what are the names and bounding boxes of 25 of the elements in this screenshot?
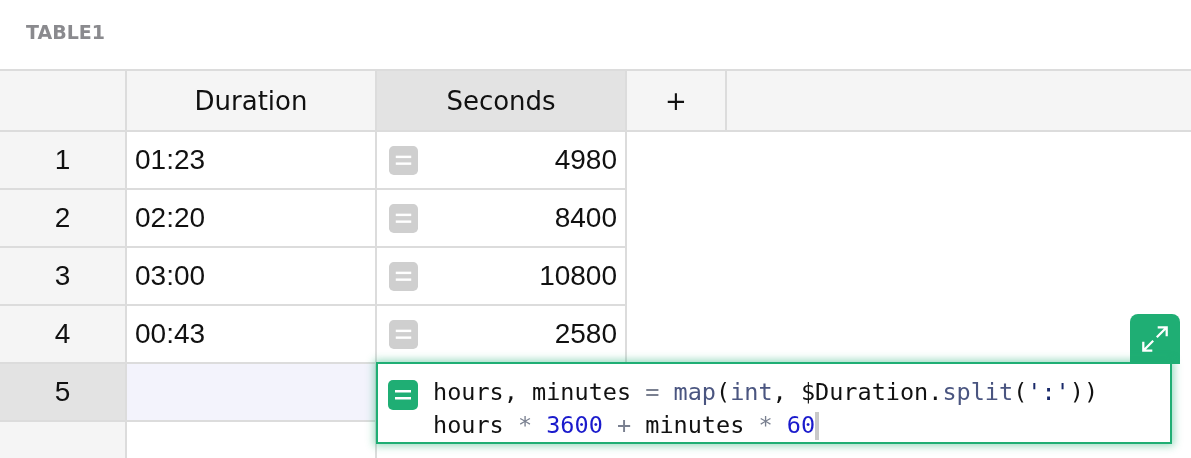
formula-editor[interactable]: hours, minutes = map(int, $Duration.split(':')) hours * 3600 + minutes * 60 <box>376 362 1172 444</box>
formula-icon <box>389 319 418 349</box>
row-number[interactable]: 3 <box>0 248 127 306</box>
code-line: hours * 3600 + minutes * 60 <box>433 410 816 441</box>
table-cell: 02:20 <box>127 190 377 248</box>
row-number[interactable]: 2 <box>0 190 127 248</box>
table-cell: 10800 <box>377 248 627 306</box>
row-number[interactable]: 4 <box>0 306 127 364</box>
table-title: TABLE1 <box>26 20 105 43</box>
code-line: hours, minutes = map(int, $Duration.split(':')) <box>433 377 1099 408</box>
row-number[interactable]: 1 <box>0 132 127 190</box>
table-cell: 8400 <box>377 190 627 248</box>
row-number[interactable]: 5 <box>0 364 127 422</box>
add-column-button[interactable]: + <box>627 71 727 132</box>
text-cursor <box>815 411 820 440</box>
table-cell: 03:00 <box>127 248 377 306</box>
column-header[interactable]: Seconds <box>377 71 627 132</box>
formula-icon <box>389 145 418 175</box>
expand-button[interactable] <box>1130 314 1180 364</box>
formula-icon <box>388 380 418 410</box>
table-cell: 01:23 <box>127 132 377 190</box>
formula-icon <box>389 261 418 291</box>
column-header[interactable]: Duration <box>127 71 377 132</box>
table-cell: 4980 <box>377 132 627 190</box>
formula-icon <box>389 203 418 233</box>
